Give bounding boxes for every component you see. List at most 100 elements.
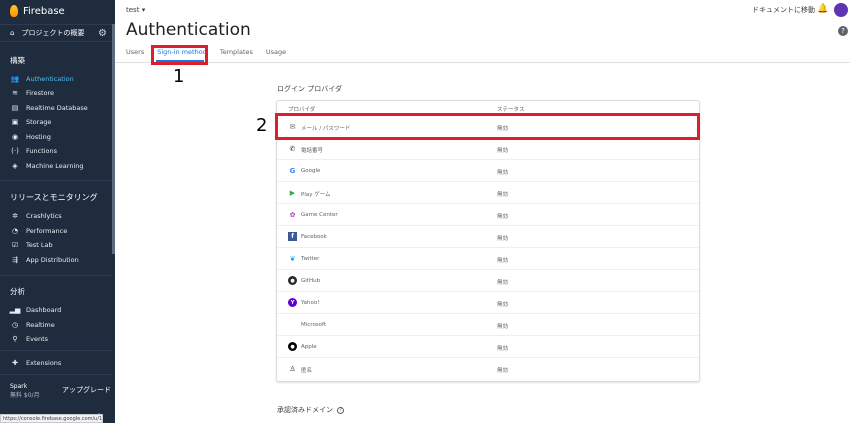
sidebar-item-label: Authentication (26, 75, 74, 83)
sidebar: Firebase ⌂ プロジェクトの概要 ⚙ 構築 👥 Authenticati… (0, 0, 115, 423)
plan-name: Spark (10, 383, 28, 390)
provider-status: 無効 (497, 324, 509, 330)
provider-status: 無効 (497, 170, 509, 176)
test-lab-icon: ☑ (11, 241, 19, 249)
page-title: Authentication (126, 20, 251, 40)
provider-status: 無効 (497, 258, 509, 264)
twitter-icon: ❦ (289, 254, 296, 263)
sidebar-item-label: Crashlytics (26, 212, 62, 220)
database-icon: ▤ (11, 104, 19, 112)
provider-name: GitHub (301, 278, 321, 284)
provider-row-facebook[interactable]: f Facebook 無効 (277, 225, 699, 247)
provider-row-twitter[interactable]: ❦ Twitter 無効 (277, 247, 699, 269)
clock-icon: ◷ (11, 321, 19, 329)
firebase-brand[interactable]: Firebase (10, 5, 65, 17)
sidebar-item-crashlytics[interactable]: ✲ Crashlytics (0, 209, 112, 223)
provider-row-yahoo[interactable]: Y Yahoo! 無効 (277, 291, 699, 313)
providers-table: プロバイダ ステータス ✉ メール / パスワード 無効 ✆ 電話番号 無効 G… (276, 100, 700, 382)
sidebar-item-label: Dashboard (26, 306, 62, 314)
sidebar-scrollbar[interactable] (112, 24, 115, 254)
anonymous-icon: ♙ (289, 364, 296, 373)
github-icon: ● (288, 276, 297, 285)
game-center-icon: ✿ (289, 210, 296, 219)
provider-name: Twitter (301, 256, 320, 262)
sidebar-item-label: Realtime (26, 321, 55, 329)
sidebar-item-machine-learning[interactable]: ◈ Machine Learning (0, 159, 112, 173)
sidebar-item-dashboard[interactable]: ▂▅ Dashboard (0, 303, 112, 317)
provider-name: Play ゲーム (301, 192, 331, 198)
sidebar-item-app-distribution[interactable]: ⇶ App Distribution (0, 253, 112, 267)
play-games-icon: ▶ (289, 188, 296, 197)
chevron-down-icon: ▾ (141, 6, 146, 14)
project-overview-link[interactable]: ⌂ プロジェクトの概要 ⚙ (0, 24, 115, 42)
provider-name: 電話番号 (301, 148, 324, 154)
bell-icon[interactable]: 🔔 (817, 4, 828, 14)
gear-icon[interactable]: ⚙ (98, 28, 107, 39)
tab-usage[interactable]: Usage (266, 48, 286, 56)
provider-row-microsoft[interactable]: Microsoft 無効 (277, 313, 699, 335)
firebase-logo-icon (10, 5, 18, 17)
sidebar-item-realtime[interactable]: ◷ Realtime (0, 318, 112, 332)
facebook-icon: f (288, 232, 297, 241)
provider-status: 無効 (497, 214, 509, 220)
phone-icon: ✆ (289, 144, 296, 153)
sidebar-item-label: Test Lab (26, 241, 53, 249)
storage-icon: ▣ (11, 118, 19, 126)
sidebar-divider (0, 350, 112, 351)
provider-row-play-games[interactable]: ▶ Play ゲーム 無効 (277, 181, 699, 203)
sidebar-item-functions[interactable]: (·) Functions (0, 144, 112, 158)
help-circle-icon[interactable]: ? (337, 406, 345, 414)
provider-name: Yahoo! (301, 300, 320, 306)
tab-users[interactable]: Users (126, 48, 144, 56)
provider-row-phone[interactable]: ✆ 電話番号 無効 (277, 137, 699, 159)
sidebar-item-performance[interactable]: ◔ Performance (0, 224, 112, 238)
robot-icon: ◈ (12, 162, 18, 170)
providers-section-title: ログイン プロバイダ (277, 85, 342, 93)
provider-row-anonymous[interactable]: ♙ 匿名 無効 (277, 357, 699, 379)
sidebar-item-label: Firestore (26, 89, 55, 97)
provider-row-google[interactable]: G Google 無効 (277, 159, 699, 181)
sidebar-item-storage[interactable]: ▣ Storage (0, 115, 112, 129)
provider-row-github[interactable]: ● GitHub 無効 (277, 269, 699, 291)
annotation-number-1: 1 (173, 66, 185, 87)
avatar[interactable] (834, 3, 848, 17)
project-selector[interactable]: test ▾ (126, 6, 145, 14)
google-icon: G (289, 166, 296, 175)
sidebar-item-events[interactable]: ⚲ Events (0, 332, 112, 346)
crashlytics-icon: ✲ (12, 212, 18, 220)
docs-link[interactable]: ドキュメントに移動 (752, 5, 815, 15)
performance-icon: ◔ (11, 227, 19, 235)
sidebar-item-extensions[interactable]: ✚ Extensions (0, 356, 112, 370)
sidebar-item-hosting[interactable]: ◉ Hosting (0, 130, 112, 144)
sidebar-item-label: Performance (26, 227, 68, 235)
sidebar-item-label: Machine Learning (26, 162, 84, 170)
sidebar-item-firestore[interactable]: ≋ Firestore (0, 86, 112, 100)
tab-templates[interactable]: Templates (220, 48, 253, 56)
provider-row-game-center[interactable]: ✿ Game Center 無効 (277, 203, 699, 225)
sidebar-item-label: Events (26, 335, 49, 343)
sidebar-item-test-lab[interactable]: ☑ Test Lab (0, 238, 112, 252)
functions-icon: (·) (11, 147, 19, 155)
authorized-domains-title: 承認済みドメイン ? (277, 405, 345, 415)
provider-row-apple[interactable]: ● Apple 無効 (277, 335, 699, 357)
upgrade-button[interactable]: アップグレード (62, 385, 111, 395)
sidebar-divider (0, 374, 112, 375)
sidebar-item-realtime-database[interactable]: ▤ Realtime Database (0, 101, 112, 115)
brand-name: Firebase (23, 5, 65, 17)
app-distribution-icon: ⇶ (12, 256, 18, 264)
apple-icon: ● (288, 342, 297, 351)
annotation-box-1 (151, 45, 208, 65)
microsoft-icon (288, 320, 297, 329)
provider-name: Google (301, 168, 321, 174)
help-icon[interactable]: ? (838, 26, 848, 36)
authorized-domains-label: 承認済みドメイン (277, 406, 333, 414)
sidebar-item-label: Realtime Database (26, 104, 88, 112)
section-build: 構築 (10, 56, 25, 65)
tabs-divider (115, 62, 850, 63)
column-status: ステータス (497, 107, 525, 113)
sidebar-item-label: Storage (26, 118, 52, 126)
provider-name: Facebook (301, 234, 327, 240)
provider-name: 匿名 (301, 368, 313, 374)
sidebar-item-authentication[interactable]: 👥 Authentication (0, 72, 112, 86)
sidebar-item-label: Functions (26, 147, 58, 155)
